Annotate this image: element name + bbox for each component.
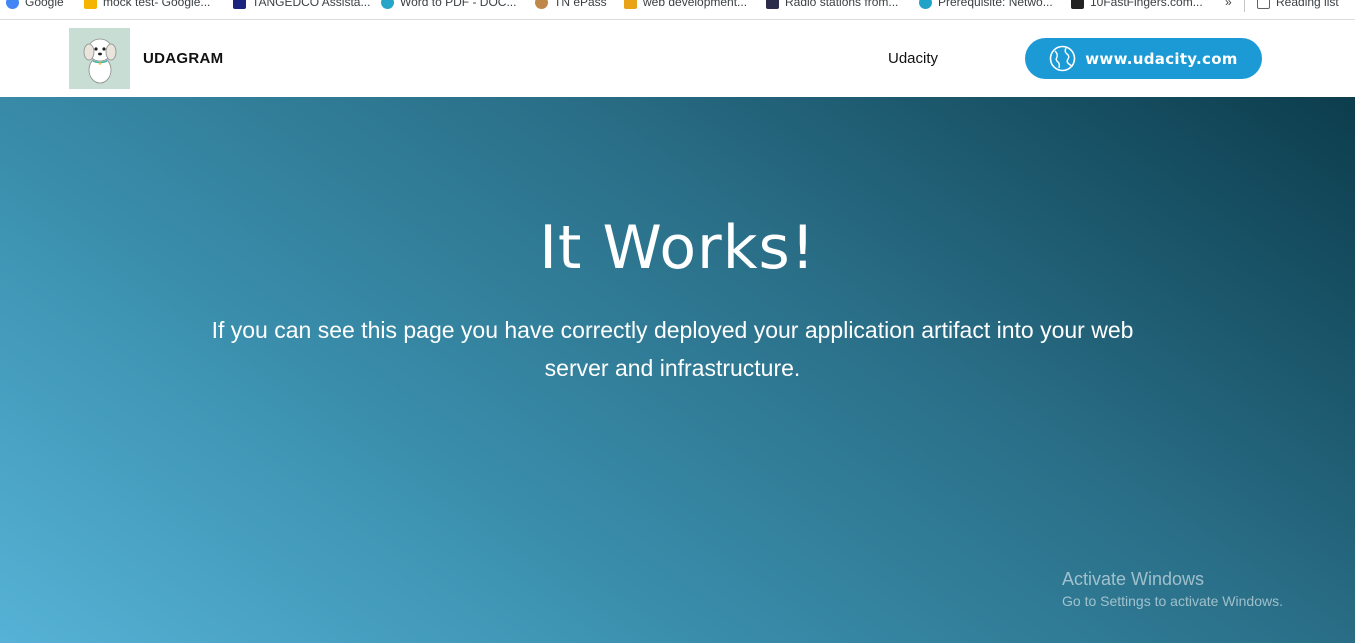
bookmarks-overflow-button[interactable]: » <box>1225 0 1232 10</box>
hero-description: If you can see this page you have correc… <box>211 317 1134 381</box>
logo[interactable] <box>69 28 130 89</box>
bookmark-label: mock test- Google... <box>103 0 211 9</box>
bookmark-google[interactable]: Google <box>6 0 64 10</box>
site-header: UDAGRAM Udacity www.udacity.com <box>0 20 1355 97</box>
bookmark-label: Prerequisite: Netwo... <box>938 0 1053 9</box>
reading-list-button[interactable]: Reading list <box>1257 0 1339 10</box>
globe-icon <box>1049 45 1076 72</box>
divider <box>1244 0 1245 12</box>
emblem-icon <box>535 0 548 9</box>
bookmark-mock-test[interactable]: mock test- Google... <box>84 0 210 10</box>
bookmark-word-to-pdf[interactable]: Word to PDF - DOC... <box>381 0 516 10</box>
bookmark-tangedco[interactable]: TANGEDCO Assista... <box>233 0 370 10</box>
edge-icon <box>381 0 394 9</box>
nav-link-udacity[interactable]: Udacity <box>888 50 938 67</box>
reading-list-label: Reading list <box>1276 0 1339 9</box>
udacity-website-button[interactable]: www.udacity.com <box>1025 38 1262 79</box>
hero-title: It Works! <box>539 213 816 283</box>
bookmark-10fastfingers[interactable]: 10FastFingers.com... <box>1071 0 1203 10</box>
bookmark-radio[interactable]: Radio stations from... <box>766 0 898 10</box>
chevron-double-right-icon: » <box>1225 0 1232 9</box>
google-icon <box>6 0 19 9</box>
udacity-website-label: www.udacity.com <box>1085 49 1238 68</box>
dog-logo-icon <box>83 38 116 83</box>
bookmark-label: TANGEDCO Assista... <box>252 0 371 9</box>
watermark-title: Activate Windows <box>1062 569 1205 589</box>
drive-icon <box>84 0 97 9</box>
bookmark-flag-icon <box>233 0 246 9</box>
bookmark-label: Word to PDF - DOC... <box>400 0 517 9</box>
bookmarks-bar: Google mock test- Google... TANGEDCO Ass… <box>0 0 1355 20</box>
bookmark-web-dev[interactable]: web development... <box>624 0 747 10</box>
bookmark-label: web development... <box>643 0 748 9</box>
bookmark-label: Google <box>25 0 64 9</box>
bookmark-label: 10FastFingers.com... <box>1090 0 1203 9</box>
bookmark-label: TN ePass <box>554 0 607 9</box>
spiral-icon <box>919 0 932 9</box>
radio-icon <box>766 0 779 9</box>
bookmark-prerequisite[interactable]: Prerequisite: Netwo... <box>919 0 1053 10</box>
reading-list-icon <box>1257 0 1270 9</box>
hero-section: It Works! If you can see this page you h… <box>0 97 1355 643</box>
activate-windows-watermark: Activate Windows Go to Settings to activ… <box>1062 568 1283 612</box>
bookmark-tn-epass[interactable]: TN ePass <box>535 0 607 10</box>
brand-name[interactable]: UDAGRAM <box>143 50 223 67</box>
bookmark-label: Radio stations from... <box>785 0 899 9</box>
keyboard-icon <box>1071 0 1084 9</box>
watermark-subtitle: Go to Settings to activate Windows. <box>1062 593 1283 609</box>
pencil-icon <box>624 0 637 9</box>
